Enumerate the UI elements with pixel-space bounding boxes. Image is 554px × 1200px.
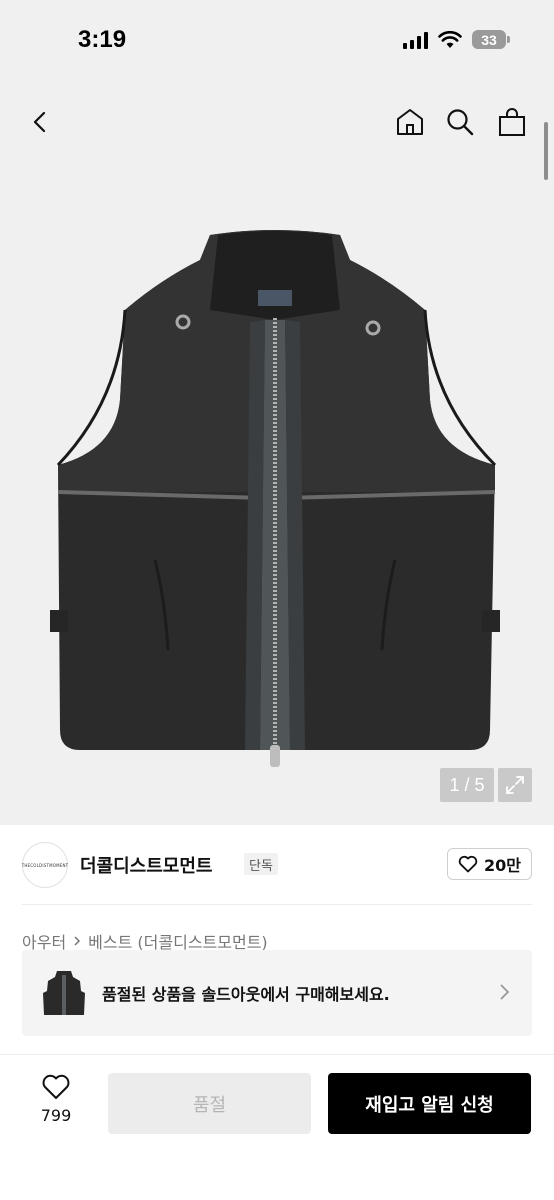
product-gallery[interactable]: 1 / 5: [0, 80, 554, 825]
expand-icon: [506, 776, 524, 794]
cart-button[interactable]: [490, 100, 534, 144]
brand-like-count: 20만: [484, 856, 521, 875]
back-button[interactable]: [18, 100, 62, 144]
product-like-button[interactable]: 799: [28, 1073, 84, 1125]
search-icon: [447, 109, 474, 136]
back-icon: [33, 111, 46, 133]
restock-alert-button[interactable]: 재입고 알림 신청: [328, 1073, 531, 1134]
battery-icon: 33: [472, 30, 510, 49]
search-button[interactable]: [438, 100, 482, 144]
brand-logo-text: THECOLDISTMOMENT: [21, 862, 69, 868]
chevron-right-icon: [500, 984, 510, 1000]
brand-row[interactable]: THECOLDISTMOMENT 더콜디스트모먼트 단독 20만: [22, 840, 532, 890]
chevron-right-icon: [74, 936, 81, 946]
scroll-indicator: [544, 122, 548, 180]
battery-level: 33: [472, 30, 506, 49]
divider: [22, 904, 532, 905]
product-image-vest: [50, 230, 500, 767]
status-time: 3:19: [78, 26, 127, 53]
bottom-action-bar: 799 품절 재입고 알림 신청: [0, 1055, 554, 1200]
signal-icon: [403, 31, 428, 49]
soldout-button[interactable]: 품절: [108, 1073, 311, 1134]
brand-name[interactable]: 더콜디스트모먼트: [80, 852, 212, 878]
image-counter: 1 / 5: [440, 768, 494, 802]
brand-logo[interactable]: THECOLDISTMOMENT: [22, 842, 68, 888]
shopping-bag-icon: [499, 108, 525, 136]
soldout-banner-text: 품절된 상품을 솔드아웃에서 구매해보세요.: [102, 985, 390, 1004]
product-like-count: 799: [40, 1106, 72, 1125]
home-icon: [397, 109, 423, 135]
status-bar: 3:19 33: [0, 0, 554, 80]
status-indicators: 33: [403, 30, 510, 49]
heart-icon: [458, 855, 478, 873]
soldout-thumbnail: [38, 966, 90, 1020]
exclusive-badge: 단독: [244, 853, 278, 875]
home-button[interactable]: [388, 100, 432, 144]
top-nav: [0, 100, 554, 144]
wifi-icon: [438, 30, 462, 48]
expand-button[interactable]: [498, 768, 532, 802]
soldout-banner[interactable]: 품절된 상품을 솔드아웃에서 구매해보세요.: [22, 950, 532, 1036]
brand-like-button[interactable]: 20만: [447, 848, 532, 880]
heart-icon: [42, 1074, 70, 1099]
